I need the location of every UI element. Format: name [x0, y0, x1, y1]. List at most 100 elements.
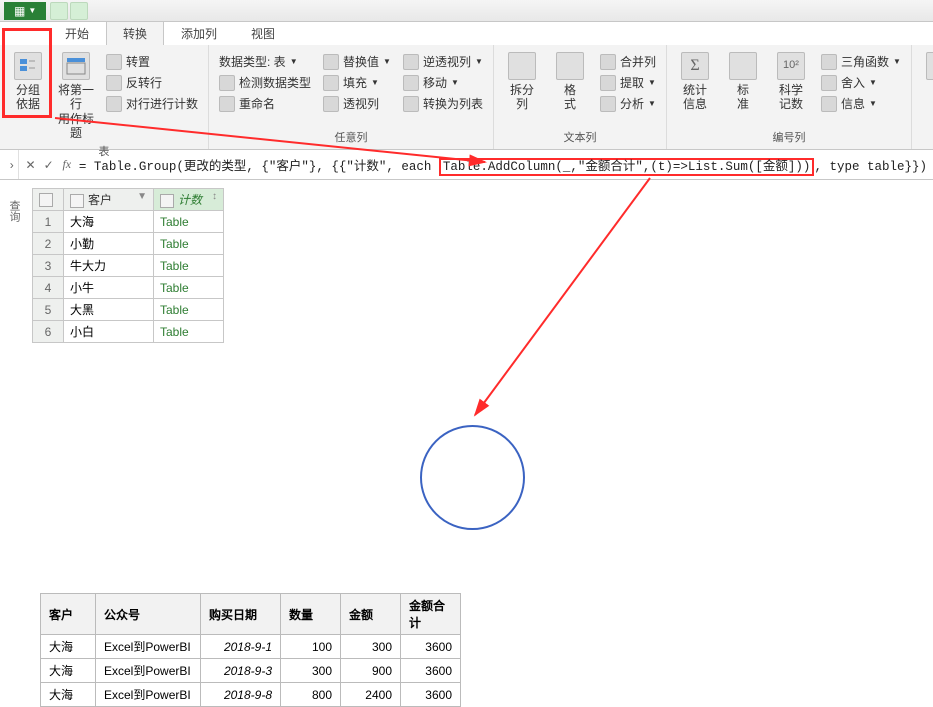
col-count-label: 计数 — [178, 193, 202, 207]
group-datetime-title: 日期 & 时 — [918, 127, 933, 149]
round-button[interactable]: 舍入 ▼ — [817, 73, 905, 92]
sci-label: 科学 记数 — [779, 83, 803, 112]
rh-qty: 数量 — [281, 594, 341, 635]
detect-type-button[interactable]: 检测数据类型 — [215, 73, 315, 92]
replace-icon — [323, 54, 339, 70]
standard-button[interactable]: 标 准 — [721, 48, 765, 112]
reverse-button[interactable]: 反转行 — [102, 73, 202, 92]
cell-customer[interactable]: 小牛 — [64, 277, 154, 299]
cell-customer[interactable]: 牛大力 — [64, 255, 154, 277]
queries-pane-toggle[interactable]: 查询 — [6, 200, 22, 222]
cell-customer: 大海 — [41, 635, 96, 659]
unpivot-button[interactable]: 逆透视列 ▼ — [399, 52, 487, 71]
commit-formula-button[interactable]: ✓ — [43, 158, 55, 172]
to-list-button[interactable]: 转换为列表 — [399, 94, 487, 113]
scientific-button[interactable]: 10²科学 记数 — [769, 48, 813, 112]
cell-table-link[interactable]: Table — [154, 299, 224, 321]
trig-button[interactable]: 三角函数 ▼ — [817, 52, 905, 71]
rh-date: 购买日期 — [201, 594, 281, 635]
data-type-button[interactable]: 数据类型: 表 ▼ — [215, 52, 315, 71]
count-label: 对行进行计数 — [126, 95, 198, 112]
cell-customer[interactable]: 大海 — [64, 211, 154, 233]
table-row[interactable]: 1大海Table — [33, 211, 224, 233]
cell-total: 3600 — [401, 683, 461, 707]
group-by-label: 分组 依据 — [16, 83, 40, 112]
detect-label: 检测数据类型 — [239, 74, 311, 91]
tab-home[interactable]: 开始 — [48, 21, 106, 45]
group-text-column-title: 文本列 — [500, 127, 660, 149]
cell-table-link[interactable]: Table — [154, 277, 224, 299]
chevron-down-icon: ▼ — [451, 78, 459, 87]
cell-table-link[interactable]: Table — [154, 321, 224, 343]
group-by-button[interactable]: 分组 依据 — [6, 48, 50, 112]
tab-view[interactable]: 视图 — [234, 21, 292, 45]
expand-button[interactable]: ↕ — [212, 191, 217, 202]
format-icon — [556, 52, 584, 80]
use-first-row-button[interactable]: 将第一行 用作标题 — [54, 48, 98, 141]
cell-customer[interactable]: 大黑 — [64, 299, 154, 321]
table-row[interactable]: 3牛大力Table — [33, 255, 224, 277]
cell-table-link[interactable]: Table — [154, 255, 224, 277]
rename-label: 重命名 — [239, 95, 275, 112]
result-table: 客户 公众号 购买日期 数量 金额 金额合计 大海Excel到PowerBI20… — [40, 593, 461, 707]
trig-label: 三角函数 — [841, 53, 889, 70]
cell-table-link[interactable]: Table — [154, 233, 224, 255]
result-row: 大海Excel到PowerBI2018-9-11003003600 — [41, 635, 461, 659]
info-label: 信息 — [841, 95, 865, 112]
split-column-button[interactable]: 拆分 列 — [500, 48, 544, 112]
count-icon — [106, 96, 122, 112]
replace-button[interactable]: 替换值 ▼ — [319, 52, 395, 71]
group-text-column: 拆分 列 格 式 合并列 提取 ▼ 分析 ▼ 文本列 — [494, 45, 667, 149]
cell-table-link[interactable]: Table — [154, 211, 224, 233]
tab-transform[interactable]: 转换 — [106, 21, 164, 45]
formula-bar: › ✕ ✓ fx = Table.Group(更改的类型, {"客户"}, {{… — [0, 150, 933, 180]
pivot-button[interactable]: 透视列 — [319, 94, 395, 113]
cell-customer[interactable]: 小白 — [64, 321, 154, 343]
expand-sidebar-button[interactable]: › — [6, 150, 19, 179]
file-menu[interactable]: ▦ ▼ — [4, 2, 46, 20]
extract-button[interactable]: 提取 ▼ — [596, 73, 660, 92]
tolist-label: 转换为列表 — [423, 95, 483, 112]
chevron-down-icon: ▼ — [648, 99, 656, 108]
formula-highlight: Table.AddColumn(_,"金额合计",(t)=>List.Sum([… — [439, 158, 815, 176]
split-label: 拆分 列 — [510, 83, 534, 112]
extract-label: 提取 — [620, 74, 644, 91]
sort-button[interactable]: ▼ — [137, 191, 147, 202]
group-datetime: 日 期 时 间 日期 & 时 — [912, 45, 933, 149]
rename-button[interactable]: 重命名 — [215, 94, 315, 113]
table-row[interactable]: 4小牛Table — [33, 277, 224, 299]
stats-button[interactable]: Σ统计 信息 — [673, 48, 717, 112]
format-button[interactable]: 格 式 — [548, 48, 592, 112]
col-header-count[interactable]: 计数 ↕ — [154, 189, 224, 211]
qat-button-2[interactable] — [70, 2, 88, 20]
rename-icon — [219, 96, 235, 112]
tab-add-column[interactable]: 添加列 — [164, 21, 234, 45]
count-rows-button[interactable]: 对行进行计数 — [102, 94, 202, 113]
qat-button-1[interactable] — [50, 2, 68, 20]
col-header-customer[interactable]: 客户▼ — [64, 189, 154, 211]
rh-customer: 客户 — [41, 594, 96, 635]
parse-button[interactable]: 分析 ▼ — [596, 94, 660, 113]
info-button[interactable]: 信息 ▼ — [817, 94, 905, 113]
round-label: 舍入 — [841, 74, 865, 91]
data-preview-grid[interactable]: 客户▼ 计数 ↕ 1大海Table2小勤Table3牛大力Table4小牛Tabl… — [32, 188, 224, 343]
move-button[interactable]: 移动 ▼ — [399, 73, 487, 92]
date-button[interactable]: 日 期 — [918, 48, 933, 112]
transpose-button[interactable]: 转置 — [102, 52, 202, 71]
cell-customer[interactable]: 小勤 — [64, 233, 154, 255]
merge-label: 合并列 — [620, 53, 656, 70]
table-row[interactable]: 5大黑Table — [33, 299, 224, 321]
parse-icon — [600, 96, 616, 112]
cell-qty: 800 — [281, 683, 341, 707]
table-row[interactable]: 2小勤Table — [33, 233, 224, 255]
cell-date: 2018-9-1 — [201, 635, 281, 659]
cell-date: 2018-9-3 — [201, 659, 281, 683]
merge-col-button[interactable]: 合并列 — [596, 52, 660, 71]
chevron-down-icon: ▼ — [648, 78, 656, 87]
fx-icon[interactable]: fx — [61, 157, 73, 172]
fill-button[interactable]: 填充 ▼ — [319, 73, 395, 92]
formula-text[interactable]: = Table.Group(更改的类型, {"客户"}, {{"计数", eac… — [79, 155, 927, 174]
table-row[interactable]: 6小白Table — [33, 321, 224, 343]
cancel-formula-button[interactable]: ✕ — [25, 158, 37, 172]
split-icon — [508, 52, 536, 80]
